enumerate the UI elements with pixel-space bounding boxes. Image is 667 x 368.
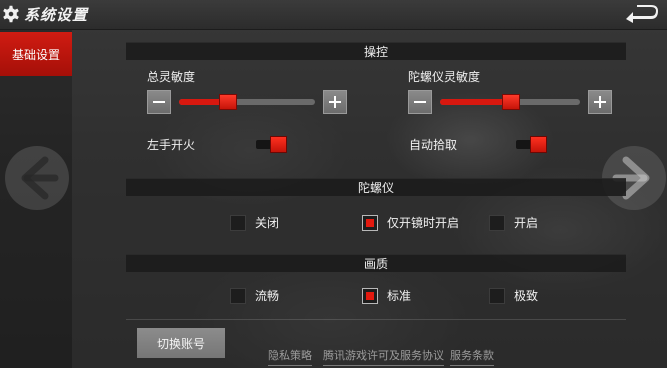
minus-icon xyxy=(153,101,165,103)
prev-page-button[interactable] xyxy=(5,146,69,210)
sidebar-item-basic-settings[interactable]: 基础设置 xyxy=(0,32,72,76)
back-arrow-icon[interactable] xyxy=(623,2,661,28)
privacy-policy-link[interactable]: 隐私策略 xyxy=(268,347,312,366)
gear-icon xyxy=(3,5,19,23)
quality-option-smooth[interactable]: 流畅 xyxy=(230,287,279,304)
option-label: 关闭 xyxy=(255,216,280,230)
divider xyxy=(126,319,626,320)
gyro-sensitivity-label: 陀螺仪灵敏度 xyxy=(408,70,481,84)
left-fire-label: 左手开火 xyxy=(147,138,196,152)
total-sensitivity-minus-button[interactable] xyxy=(147,90,171,114)
checkbox[interactable] xyxy=(230,287,246,304)
option-label: 仅开镜时开启 xyxy=(387,216,460,230)
quality-option-ultra[interactable]: 极致 xyxy=(489,287,538,304)
quality-option-standard[interactable]: 标准 xyxy=(362,287,411,304)
total-sensitivity-label: 总灵敏度 xyxy=(147,70,196,84)
total-sensitivity-slider[interactable] xyxy=(179,94,315,110)
option-label: 开启 xyxy=(514,216,539,230)
auto-pickup-toggle[interactable] xyxy=(516,136,548,153)
gyro-sensitivity-minus-button[interactable] xyxy=(408,90,432,114)
toggle-knob xyxy=(530,136,547,153)
gyro-option-scope-only[interactable]: 仅开镜时开启 xyxy=(362,214,459,231)
terms-of-service-link[interactable]: 服务条款 xyxy=(450,347,494,366)
option-label: 极致 xyxy=(514,289,539,303)
top-bar: 系统设置 xyxy=(0,0,667,30)
controls-section-header: 操控 xyxy=(126,42,626,60)
gyro-sensitivity-thumb[interactable] xyxy=(502,94,520,110)
checkbox[interactable] xyxy=(489,287,505,304)
license-agreement-link[interactable]: 腾讯游戏许可及服务协议 xyxy=(323,347,444,366)
toggle-knob xyxy=(270,136,287,153)
total-sensitivity-thumb[interactable] xyxy=(219,94,237,110)
page-title: 系统设置 xyxy=(24,5,89,24)
title-group: 系统设置 xyxy=(0,3,88,25)
total-sensitivity-plus-button[interactable] xyxy=(323,90,347,114)
checkbox-checked[interactable] xyxy=(362,214,378,231)
gyro-option-off[interactable]: 关闭 xyxy=(230,214,279,231)
option-label: 标准 xyxy=(387,289,412,303)
plus-icon xyxy=(594,96,606,108)
gyro-sensitivity-slider[interactable] xyxy=(440,94,580,110)
option-label: 流畅 xyxy=(255,289,280,303)
gyro-option-on[interactable]: 开启 xyxy=(489,214,538,231)
plus-icon xyxy=(329,96,341,108)
sidebar-item-label: 基础设置 xyxy=(11,47,60,62)
arrow-left-icon xyxy=(21,156,59,200)
left-fire-toggle[interactable] xyxy=(256,136,288,153)
checkbox-checked[interactable] xyxy=(362,287,378,304)
quality-section-header: 画质 xyxy=(126,254,626,272)
gyro-sensitivity-fill xyxy=(440,99,504,105)
auto-pickup-label: 自动拾取 xyxy=(409,138,458,152)
checkbox[interactable] xyxy=(489,214,505,231)
switch-account-button[interactable]: 切换账号 xyxy=(137,328,225,358)
minus-icon xyxy=(414,101,426,103)
gyroscope-section-header: 陀螺仪 xyxy=(126,178,626,196)
gyro-sensitivity-plus-button[interactable] xyxy=(588,90,612,114)
checkbox[interactable] xyxy=(230,214,246,231)
